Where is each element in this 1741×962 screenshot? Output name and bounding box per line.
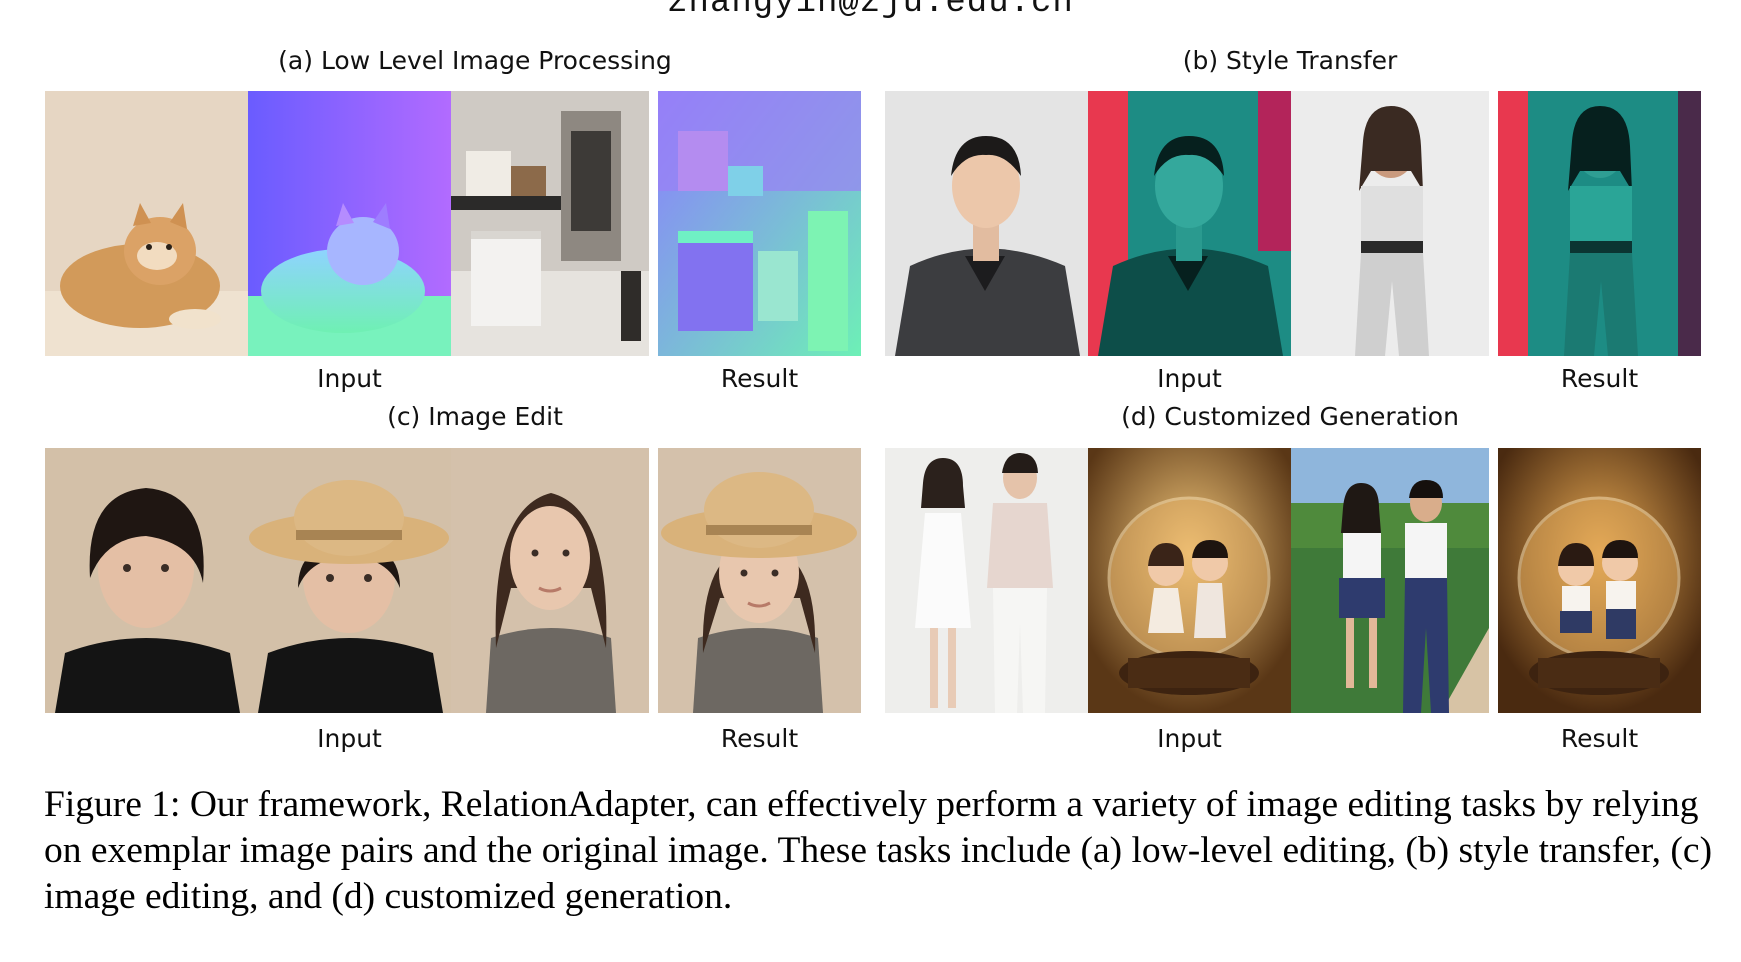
panel-c-result-label: Result	[720, 724, 799, 753]
girl-with-hat	[248, 448, 451, 713]
figure-caption: Figure 1: Our framework, RelationAdapter…	[44, 784, 1713, 917]
woman-portrait	[451, 448, 649, 713]
panel-b-input-label: Input	[1157, 364, 1222, 393]
author-email: zhangyih@zju.edu.cn	[667, 0, 1074, 22]
couple-snowglobe	[1088, 448, 1291, 713]
panel-d-result-label: Result	[1560, 724, 1639, 753]
man-photo	[885, 91, 1088, 356]
panel-b-title: (b) Style Transfer	[1182, 46, 1398, 75]
cat-normal-map	[248, 91, 451, 356]
panel-a-result-label: Result	[720, 364, 799, 393]
woman-stylized-result	[1498, 91, 1701, 356]
couple-photo	[885, 448, 1088, 713]
cat-photo	[45, 91, 248, 356]
panel-b-result-label: Result	[1560, 364, 1639, 393]
room-photo	[451, 91, 649, 356]
panel-c-input-label: Input	[317, 724, 382, 753]
room-normal-map-result	[658, 91, 861, 356]
woman-photo	[1291, 91, 1489, 356]
girl-photo	[45, 448, 248, 713]
students-photo	[1291, 448, 1489, 713]
panel-c-title: (c) Image Edit	[387, 402, 563, 431]
panel-a-title: (a) Low Level Image Processing	[278, 46, 672, 75]
woman-with-hat-result	[658, 448, 861, 713]
panel-d-input-label: Input	[1157, 724, 1222, 753]
panel-a-input-label: Input	[317, 364, 382, 393]
man-stylized	[1088, 91, 1291, 356]
panel-d-title: (d) Customized Generation	[1121, 402, 1459, 431]
students-snowglobe-result	[1498, 448, 1701, 713]
